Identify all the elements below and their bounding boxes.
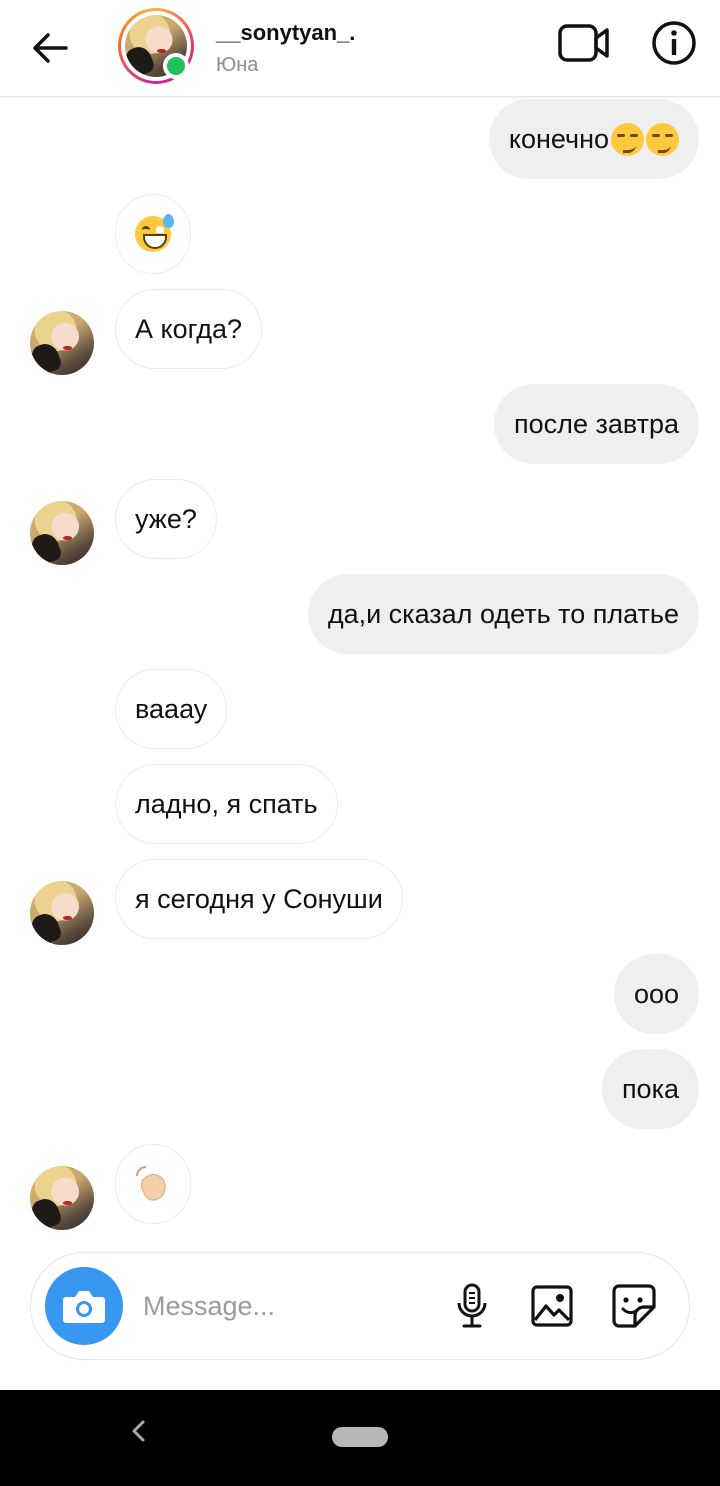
message-bubble-incoming[interactable]: [115, 194, 191, 274]
gallery-button[interactable]: [529, 1283, 575, 1329]
message-bubble-outgoing[interactable]: пока: [601, 1049, 699, 1129]
message-text: ладно, я спать: [135, 788, 318, 819]
system-home-pill[interactable]: [332, 1427, 388, 1447]
message-composer: [30, 1252, 690, 1360]
back-arrow-button[interactable]: [26, 24, 74, 72]
message-text: после завтра: [514, 408, 679, 439]
message-bubble-incoming[interactable]: вааау: [115, 669, 228, 749]
camera-button[interactable]: [45, 1267, 123, 1345]
sender-avatar[interactable]: [30, 1166, 94, 1230]
sender-avatar[interactable]: [30, 311, 94, 375]
message-bubble-incoming[interactable]: я сегодня у Сонуши: [115, 859, 403, 939]
back-arrow-icon: [33, 33, 68, 63]
grinning-face-with-sweat-icon: [135, 214, 174, 252]
message-bubble-incoming[interactable]: ладно, я спать: [115, 764, 338, 844]
message-text: пока: [621, 1073, 679, 1104]
sticker-button[interactable]: [611, 1283, 657, 1329]
message-bubble-outgoing[interactable]: после завтра: [494, 384, 699, 464]
message-bubble-incoming[interactable]: А когда?: [115, 289, 263, 369]
message-bubble-outgoing[interactable]: ооо: [613, 954, 699, 1034]
message-text: ооо: [633, 978, 679, 1009]
avatar-photo: [30, 1166, 94, 1230]
system-back-button[interactable]: [124, 1416, 154, 1446]
message-text: да,и сказал одеть то платье: [327, 598, 679, 629]
image-icon: [531, 1285, 573, 1327]
avatar-photo: [30, 501, 94, 565]
video-call-button[interactable]: [556, 20, 612, 66]
message-bubble-outgoing[interactable]: да,и сказал одеть то платье: [307, 574, 699, 654]
voice-message-button[interactable]: [449, 1283, 495, 1329]
video-camera-icon: [558, 24, 609, 62]
avatar-photo: [30, 311, 94, 375]
message-text: я сегодня у Сонуши: [135, 883, 383, 914]
info-button[interactable]: [650, 19, 698, 67]
camera-icon: [63, 1291, 105, 1323]
message-text: уже?: [135, 503, 197, 534]
microphone-icon: [457, 1283, 487, 1328]
smirking-face-icon: [646, 122, 679, 156]
message-text: А когда?: [135, 313, 243, 344]
info-icon: [652, 21, 696, 65]
chat-header: __sonytyan_. Юна: [0, 0, 720, 97]
message-text: конечно: [508, 123, 609, 154]
chat-username[interactable]: __sonytyan_.: [216, 20, 355, 46]
chat-real-name: Юна: [216, 54, 259, 76]
sender-avatar[interactable]: [30, 881, 94, 945]
message-bubble-outgoing[interactable]: конечно: [488, 99, 699, 179]
message-bubble-incoming[interactable]: уже?: [115, 479, 217, 559]
avatar-photo: [30, 881, 94, 945]
sender-avatar[interactable]: [30, 501, 94, 565]
smirking-face-icon: [611, 122, 644, 156]
message-text: вааау: [135, 693, 208, 724]
waving-hand-icon: [136, 1166, 171, 1204]
sticker-icon: [612, 1284, 656, 1328]
system-navigation-bar: [0, 1390, 720, 1486]
chevron-left-icon: [132, 1420, 145, 1442]
message-input[interactable]: [143, 1283, 433, 1329]
message-bubble-incoming[interactable]: [115, 1144, 191, 1224]
online-status-dot: [163, 53, 189, 79]
